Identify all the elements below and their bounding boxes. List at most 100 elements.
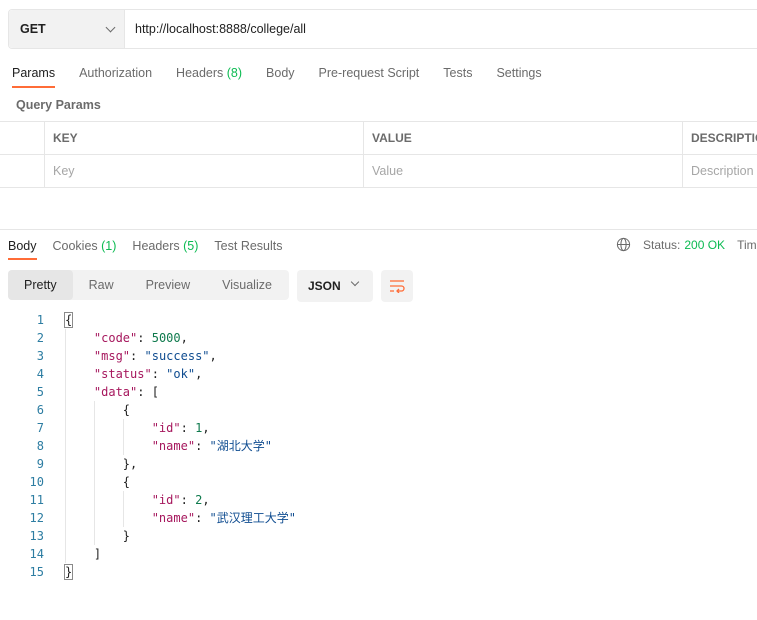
code-text: "code": 5000, [93, 331, 188, 345]
code-text: "msg": "success", [93, 349, 217, 363]
view-tab-pretty[interactable]: Pretty [8, 270, 73, 300]
request-tab-label: Body [266, 66, 295, 80]
code-text: } [63, 564, 74, 580]
url-bar: GET [8, 9, 757, 49]
params-row-checkbox [0, 155, 45, 187]
response-tab-cookies[interactable]: Cookies (1) [45, 233, 125, 260]
line-number: 15 [29, 565, 44, 579]
globe-icon[interactable] [616, 237, 631, 252]
format-value: JSON [308, 279, 341, 293]
request-tab-settings[interactable]: Settings [484, 58, 553, 88]
params-description-header: DESCRIPTION [691, 131, 757, 145]
request-tab-label: Pre-request Script [318, 66, 420, 80]
code-line: 1{ [0, 311, 757, 329]
response-tab-label: Headers [132, 239, 180, 253]
param-value-input[interactable]: Value [364, 155, 683, 187]
request-tab-label: Params [12, 66, 56, 80]
wrap-lines-button[interactable] [381, 270, 413, 302]
code-line: 12 "name": "武汉理工大学" [0, 509, 757, 527]
code-line: 7 "id": 1, [0, 419, 757, 437]
response-tab-count: (1) [97, 239, 117, 253]
code-line: 3 "msg": "success", [0, 347, 757, 365]
chevron-down-icon [350, 277, 360, 287]
url-input[interactable] [125, 10, 757, 48]
line-number: 4 [36, 367, 44, 381]
method-value: GET [20, 22, 46, 36]
response-tab-headers[interactable]: Headers (5) [124, 233, 206, 260]
request-tab-body[interactable]: Body [254, 58, 307, 88]
response-tab-label: Body [8, 239, 37, 253]
line-number: 14 [29, 547, 44, 561]
status-label: Status: [643, 237, 681, 252]
params-value-header: VALUE [364, 122, 683, 154]
request-tab-pre-request-script[interactable]: Pre-request Script [307, 58, 432, 88]
line-number: 9 [36, 457, 44, 471]
view-mode-tabs: Pretty Raw Preview Visualize [8, 270, 289, 300]
param-key-input[interactable]: Key [45, 155, 364, 187]
method-select[interactable]: GET [9, 10, 125, 48]
request-tab-label: Tests [443, 66, 473, 80]
view-tab-preview[interactable]: Preview [130, 270, 206, 300]
query-params-title: Query Params [16, 98, 101, 112]
view-tab-visualize[interactable]: Visualize [206, 270, 288, 300]
code-line: 10 { [0, 473, 757, 491]
line-number: 10 [29, 475, 44, 489]
view-tab-raw[interactable]: Raw [73, 270, 130, 300]
response-body-editor[interactable]: 1{2 "code": 5000, 3 "msg": "success", 4 "s… [0, 311, 757, 581]
params-checkbox-column [0, 122, 45, 154]
code-text: { [63, 312, 74, 328]
pane-divider[interactable] [0, 229, 757, 230]
response-tab-count: (5) [179, 239, 199, 253]
request-tab-authorization[interactable]: Authorization [67, 58, 164, 88]
response-tab-body[interactable]: Body [0, 233, 45, 260]
code-line: 5 "data": [ [0, 383, 757, 401]
line-number: 7 [36, 421, 44, 435]
line-number: 8 [36, 439, 44, 453]
line-number: 12 [29, 511, 44, 525]
code-text: { [122, 403, 131, 417]
code-line: 6 { [0, 401, 757, 419]
params-empty-row: Key Value Description [0, 155, 757, 188]
response-status-area: Status: 200 OK Time [616, 237, 757, 252]
code-text: "data": [ [93, 385, 159, 399]
code-line: 4 "status": "ok", [0, 365, 757, 383]
code-line: 15} [0, 563, 757, 581]
response-tab-test-results[interactable]: Test Results [206, 233, 290, 260]
request-tab-label: Settings [496, 66, 542, 80]
params-key-header: KEY [45, 122, 364, 154]
request-tab-headers[interactable]: Headers (8) [164, 58, 254, 88]
line-number: 1 [36, 313, 44, 327]
code-line: 13 } [0, 527, 757, 545]
code-text: "name": "武汉理工大学" [151, 511, 296, 525]
wrap-lines-icon [390, 280, 405, 293]
code-line: 8 "name": "湖北大学" [0, 437, 757, 455]
response-tab-label: Cookies [52, 239, 98, 253]
code-line: 14 ] [0, 545, 757, 563]
code-text: "name": "湖北大学" [151, 439, 272, 453]
code-text: "id": 1, [151, 421, 210, 435]
code-text: "id": 2, [151, 493, 210, 507]
request-tabs: Params Authorization Headers (8) Body Pre-re… [0, 58, 757, 90]
line-number: 6 [36, 403, 44, 417]
code-line: 11 "id": 2, [0, 491, 757, 509]
request-tab-params[interactable]: Params [0, 58, 67, 88]
status-value[interactable]: 200 OK [684, 238, 725, 252]
request-tab-tests[interactable]: Tests [431, 58, 484, 88]
params-header-row: KEY VALUE DESCRIPTION [0, 122, 757, 155]
code-text: "status": "ok", [93, 367, 203, 381]
response-tab-label: Test Results [214, 239, 283, 253]
code-text: { [122, 475, 131, 489]
line-number: 13 [29, 529, 44, 543]
param-description-input[interactable]: Description [683, 155, 757, 187]
format-select[interactable]: JSON [297, 270, 373, 302]
code-text: }, [122, 457, 138, 471]
time-label: Time [737, 237, 757, 252]
line-number: 11 [29, 493, 44, 507]
code-line: 2 "code": 5000, [0, 329, 757, 347]
code-text: } [122, 529, 131, 543]
line-number: 3 [36, 349, 44, 363]
chevron-down-icon [105, 22, 116, 32]
request-tab-count: (8) [223, 66, 243, 80]
query-params-table: KEY VALUE DESCRIPTION Key Value Descript… [0, 121, 757, 188]
request-tab-label: Headers [176, 66, 224, 80]
